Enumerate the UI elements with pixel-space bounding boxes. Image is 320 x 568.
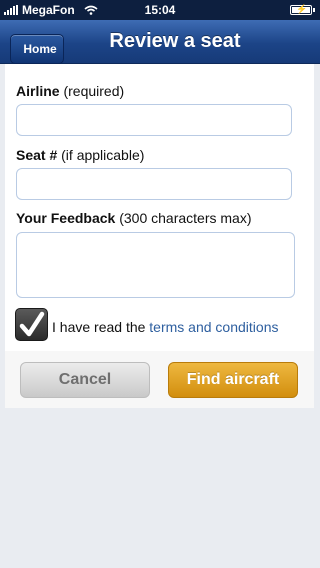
checkmark-icon — [19, 311, 45, 337]
seat-hint: (if applicable) — [61, 147, 145, 163]
review-form: Airline (required) Seat # (if applicable… — [5, 64, 314, 408]
page-title: Review a seat — [109, 30, 241, 52]
terms-checkbox[interactable] — [15, 308, 48, 341]
action-bar: Cancel Find aircraft — [5, 351, 314, 408]
terms-prefix: I have read the — [52, 319, 146, 335]
battery-charging-icon: ⚡ — [290, 4, 315, 15]
seat-label: Seat # (if applicable) — [16, 147, 144, 163]
find-aircraft-button[interactable]: Find aircraft — [168, 362, 298, 398]
seat-label-text: Seat # — [16, 147, 58, 163]
nav-bar: Home Review a seat — [0, 20, 320, 64]
home-back-button[interactable]: Home — [10, 34, 64, 64]
airline-hint: (required) — [63, 83, 125, 99]
cancel-button[interactable]: Cancel — [20, 362, 150, 398]
status-time: 15:04 — [144, 3, 176, 17]
seat-input[interactable] — [16, 168, 292, 200]
home-back-button-wrap[interactable]: Home — [5, 27, 65, 64]
feedback-textarea[interactable] — [16, 232, 295, 298]
airline-input[interactable] — [16, 104, 292, 136]
terms-text: I have read the terms and conditions — [52, 319, 278, 335]
status-bar: MegaFon 15:04 ⚡ — [0, 0, 320, 20]
airline-label-text: Airline — [16, 83, 60, 99]
feedback-hint: (300 characters max) — [119, 210, 252, 226]
feedback-label: Your Feedback (300 characters max) — [16, 210, 252, 226]
airline-label: Airline (required) — [16, 83, 124, 99]
feedback-label-text: Your Feedback — [16, 210, 116, 226]
terms-link[interactable]: terms and conditions — [149, 319, 278, 335]
